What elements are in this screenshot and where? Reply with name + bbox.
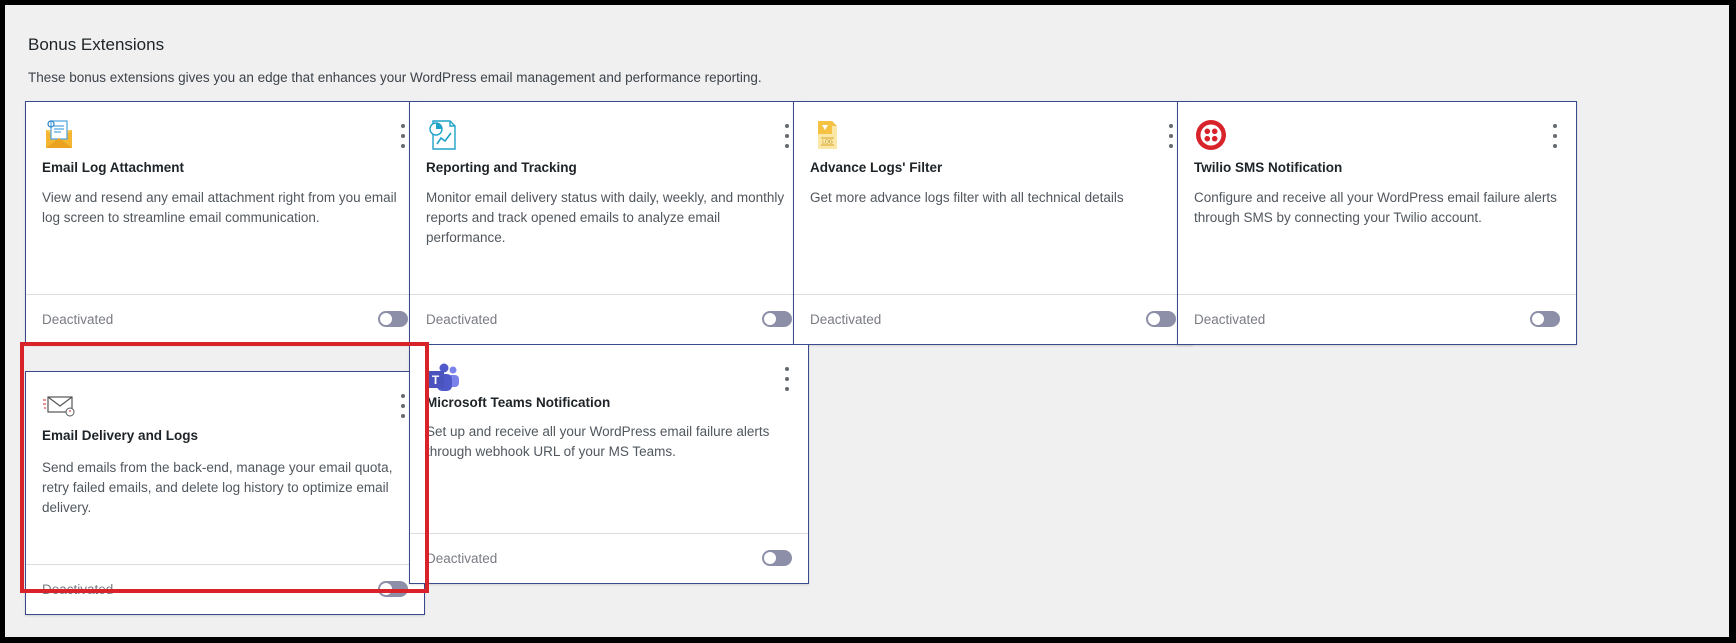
log-file-icon: LOG xyxy=(810,118,844,152)
status-label: Deactivated xyxy=(426,312,498,327)
twilio-logo-icon xyxy=(1194,118,1228,152)
card-title: Email Log Attachment xyxy=(42,160,185,175)
svg-text:T: T xyxy=(432,373,440,387)
card-menu-button[interactable] xyxy=(1164,124,1178,148)
status-label: Deactivated xyxy=(1194,312,1266,327)
card-footer: Deactivated xyxy=(410,533,808,583)
card-description: Get more advance logs filter with all te… xyxy=(810,190,1124,205)
card-description: Send emails from the back-end, manage yo… xyxy=(42,460,393,515)
card-footer: Deactivated xyxy=(794,294,1192,344)
card-title: Twilio SMS Notification xyxy=(1194,160,1343,175)
email-attachment-icon xyxy=(42,118,76,152)
extension-card-email-delivery-and-logs: Email Delivery and Logs Send emails from… xyxy=(25,371,425,615)
activation-toggle[interactable] xyxy=(378,311,408,327)
card-title: Advance Logs' Filter xyxy=(810,160,943,175)
activation-toggle[interactable] xyxy=(762,550,792,566)
card-footer: Deactivated xyxy=(410,294,808,344)
card-title: Email Delivery and Logs xyxy=(42,428,199,443)
svg-text:LOG: LOG xyxy=(822,140,833,146)
activation-toggle[interactable] xyxy=(1146,311,1176,327)
extension-card-advance-logs-filter: LOG Advance Logs' Filter Get more advanc… xyxy=(793,101,1193,345)
extension-card-microsoft-teams-notification: T Microsoft Teams Notification Set up an… xyxy=(409,344,809,584)
card-menu-button[interactable] xyxy=(1548,124,1562,148)
activation-toggle[interactable] xyxy=(762,311,792,327)
status-label: Deactivated xyxy=(426,551,498,566)
bonus-extensions-page: Bonus Extensions These bonus extensions … xyxy=(5,5,1729,637)
card-menu-button[interactable] xyxy=(396,394,410,418)
activation-toggle[interactable] xyxy=(378,581,408,597)
card-menu-button[interactable] xyxy=(780,124,794,148)
page-title: Bonus Extensions xyxy=(28,35,165,54)
report-chart-icon xyxy=(426,118,460,152)
card-description: Monitor email delivery status with daily… xyxy=(426,190,785,245)
card-title: Reporting and Tracking xyxy=(426,160,577,175)
card-description: Configure and receive all your WordPress… xyxy=(1194,190,1557,225)
status-label: Deactivated xyxy=(42,582,114,597)
extension-card-twilio-sms-notification: Twilio SMS Notification Configure and re… xyxy=(1177,101,1577,345)
page-description: These bonus extensions gives you an edge… xyxy=(28,70,762,85)
status-label: Deactivated xyxy=(42,312,114,327)
extension-card-reporting-and-tracking: Reporting and Tracking Monitor email del… xyxy=(409,101,809,345)
card-menu-button[interactable] xyxy=(396,124,410,148)
email-delivery-icon xyxy=(42,388,76,422)
card-footer: Deactivated xyxy=(26,294,424,344)
card-menu-button[interactable] xyxy=(780,367,794,391)
card-title: Microsoft Teams Notification xyxy=(426,395,611,410)
extension-card-email-log-attachment: Email Log Attachment View and resend any… xyxy=(25,101,425,345)
card-description: View and resend any email attachment rig… xyxy=(42,190,397,225)
activation-toggle[interactable] xyxy=(1530,311,1560,327)
card-description: Set up and receive all your WordPress em… xyxy=(426,424,770,459)
ms-teams-logo-icon: T xyxy=(426,361,460,395)
card-footer: Deactivated xyxy=(1178,294,1576,344)
status-label: Deactivated xyxy=(810,312,882,327)
card-footer: Deactivated xyxy=(26,564,424,614)
